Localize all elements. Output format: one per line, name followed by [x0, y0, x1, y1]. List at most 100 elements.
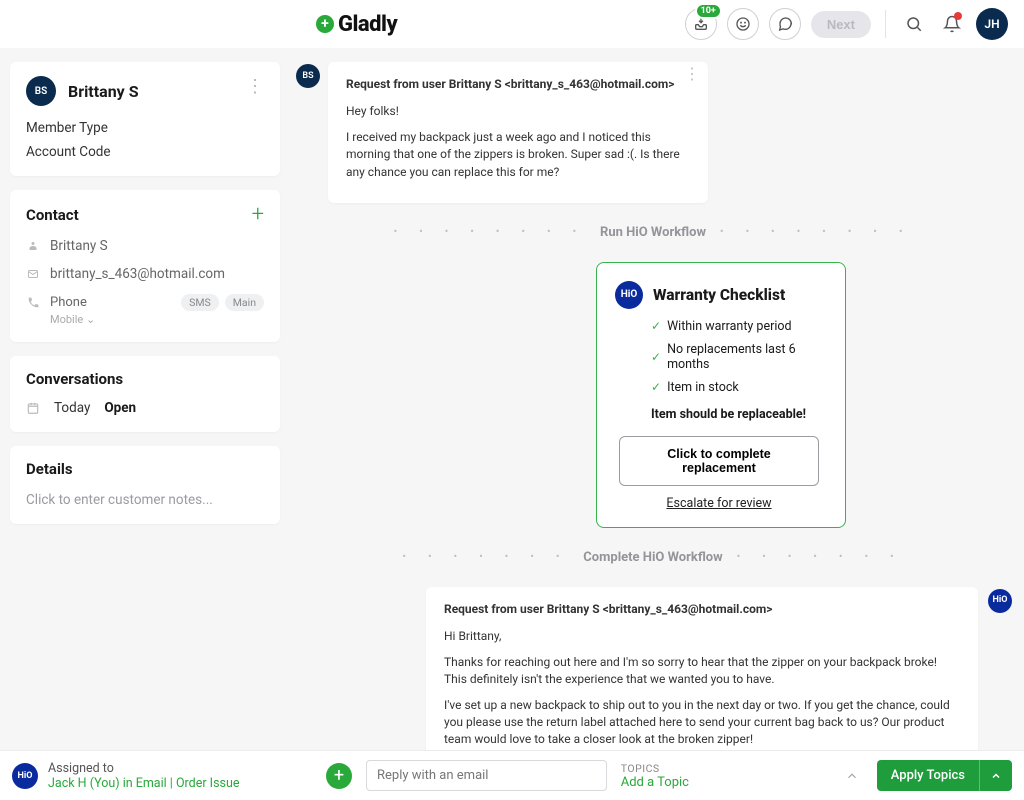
- reply-input[interactable]: Reply with an email: [366, 760, 607, 791]
- envelope-icon: [26, 268, 40, 280]
- collapse-footer-button[interactable]: [845, 769, 859, 783]
- message-subject: Request from user Brittany S <brittany_s…: [444, 601, 960, 618]
- check-icon: ✓: [651, 350, 661, 364]
- assigned-to-label: Assigned to: [48, 761, 240, 776]
- header-divider: [885, 10, 886, 38]
- conversations-card: Conversations Today Open: [10, 356, 280, 432]
- conversation-day: Today: [54, 400, 90, 416]
- topics-section: TOPICS Add a Topic: [621, 762, 831, 790]
- hio-avatar-icon: HiO: [988, 589, 1012, 613]
- assigned-to-value: Jack H (You) in Email | Order Issue: [48, 776, 240, 791]
- checklist-text: Item in stock: [667, 380, 739, 395]
- apply-topics-button[interactable]: Apply Topics: [877, 760, 1012, 791]
- customer-card: BS Brittany S ⋮ Member Type Account Code: [10, 62, 280, 176]
- workflow-separator-run: • • • • • • • • Run HiO Workflow • • • •…: [296, 225, 1010, 240]
- workflow-card: HiO Warranty Checklist ✓Within warranty …: [596, 262, 846, 528]
- app-body: BS Brittany S ⋮ Member Type Account Code…: [0, 48, 1024, 750]
- separator-dots-icon: • • • • • • • •: [394, 227, 586, 237]
- notifications-button[interactable]: [938, 10, 966, 38]
- header-actions: 10+ Next JH: [685, 8, 1008, 40]
- chevron-up-icon: [980, 762, 1012, 790]
- workflow-title: Warranty Checklist: [653, 286, 785, 304]
- contact-email-row: brittany_s_463@hotmail.com: [26, 266, 264, 282]
- add-topic-link[interactable]: Add a Topic: [621, 775, 831, 790]
- logo-text: Gladly: [338, 12, 397, 37]
- inbound-message: BS ⋮ Request from user Brittany S <britt…: [296, 62, 1010, 203]
- assignment-text: Assigned to Jack H (You) in Email | Orde…: [48, 761, 240, 791]
- checklist: ✓Within warranty period ✓No replacements…: [651, 319, 823, 395]
- inbox-badge: 10+: [695, 3, 722, 19]
- calendar-icon: [26, 401, 40, 415]
- search-button[interactable]: [900, 10, 928, 38]
- message-p2: I've set up a new backpack to ship out t…: [444, 697, 960, 749]
- contact-phone-label: Phone: [50, 295, 87, 310]
- sms-pill[interactable]: SMS: [181, 294, 219, 311]
- customer-header-left: BS Brittany S: [26, 76, 139, 106]
- customer-meta: Member Type Account Code: [26, 120, 264, 160]
- details-card: Details Click to enter customer notes...: [10, 446, 280, 524]
- checklist-text: No replacements last 6 months: [667, 342, 823, 372]
- inbox-button[interactable]: 10+: [685, 8, 717, 40]
- customer-notes-input[interactable]: Click to enter customer notes...: [26, 492, 264, 508]
- checklist-item: ✓ No replacements last 6 months: [651, 342, 823, 372]
- contact-card: Contact + Brittany S brittany_s_463@hotm…: [10, 190, 280, 342]
- inbound-message-card: ⋮ Request from user Brittany S <brittany…: [328, 62, 708, 203]
- separator-label: Run HiO Workflow: [600, 225, 706, 240]
- contact-phone-left: Phone: [26, 295, 87, 310]
- add-button[interactable]: +: [326, 763, 352, 789]
- complete-replacement-button[interactable]: Click to complete replacement: [619, 436, 819, 486]
- message-text: I received my backpack just a week ago a…: [346, 129, 690, 181]
- app-header: + Gladly 10+ Next JH: [0, 0, 1024, 48]
- hio-badge-icon: HiO: [615, 281, 643, 309]
- checklist-item: ✓Within warranty period: [651, 319, 823, 334]
- call-button[interactable]: [727, 8, 759, 40]
- compose-footer: HiO Assigned to Jack H (You) in Email | …: [0, 750, 1024, 800]
- phone-icon: [26, 296, 40, 309]
- escalate-link[interactable]: Escalate for review: [615, 496, 823, 511]
- customer-avatar: BS: [26, 76, 56, 106]
- conversation-row[interactable]: Today Open: [26, 400, 264, 416]
- customer-header: BS Brittany S ⋮: [26, 76, 264, 106]
- chevron-up-icon: [845, 769, 859, 783]
- separator-dots-icon: • • • • • • •: [737, 552, 904, 562]
- separator-dots-icon: • • • • • • •: [403, 552, 570, 562]
- notification-dot-icon: [954, 12, 962, 20]
- apply-topics-label: Apply Topics: [877, 760, 980, 791]
- check-icon: ✓: [651, 380, 661, 394]
- chat-button[interactable]: [769, 8, 801, 40]
- workflow-header: HiO Warranty Checklist: [615, 281, 823, 309]
- customer-name: Brittany S: [68, 82, 139, 101]
- contact-phone-row: Phone SMS Main: [26, 294, 264, 311]
- message-subject: Request from user Brittany S <brittany_s…: [346, 76, 690, 93]
- add-contact-button[interactable]: +: [252, 204, 264, 226]
- workflow-separator-complete: • • • • • • • Complete HiO Workflow • • …: [296, 550, 1010, 565]
- main-pill[interactable]: Main: [225, 294, 264, 311]
- contact-email-value: brittany_s_463@hotmail.com: [50, 266, 225, 282]
- chat-bubble-icon: [777, 16, 793, 32]
- message-more-menu[interactable]: ⋮: [684, 70, 700, 77]
- next-button[interactable]: Next: [811, 11, 871, 38]
- conversations-title: Conversations: [26, 370, 264, 388]
- message-body: Hi Brittany, Thanks for reaching out her…: [444, 628, 960, 750]
- conversation-thread: BS ⋮ Request from user Brittany S <britt…: [290, 48, 1024, 750]
- sidebar: BS Brittany S ⋮ Member Type Account Code…: [0, 48, 290, 750]
- separator-dots-icon: • • • • • • • •: [720, 227, 912, 237]
- contact-name-row: Brittany S: [26, 238, 264, 254]
- member-type-label: Member Type: [26, 120, 264, 136]
- outbound-message-card: ⋮ HiO Request from user Brittany S <brit…: [426, 587, 978, 750]
- contact-name-value: Brittany S: [50, 238, 108, 254]
- user-avatar[interactable]: JH: [976, 8, 1008, 40]
- customer-more-menu[interactable]: ⋮: [246, 83, 264, 99]
- message-p1: Thanks for reaching out here and I'm so …: [444, 654, 960, 689]
- hio-badge-icon: HiO: [12, 763, 38, 789]
- assigned-agent[interactable]: Jack H (You) in Email: [48, 776, 167, 791]
- workflow-conclusion: Item should be replaceable!: [651, 407, 823, 422]
- checklist-text: Within warranty period: [667, 319, 791, 334]
- assigned-topic[interactable]: Order Issue: [176, 776, 240, 791]
- person-icon: [26, 239, 40, 253]
- logo-plus-icon: +: [316, 15, 334, 33]
- outbound-message: ⋮ HiO Request from user Brittany S <brit…: [296, 587, 1010, 750]
- phone-smile-icon: [735, 16, 751, 32]
- message-body: Hey folks! I received my backpack just a…: [346, 103, 690, 181]
- phone-type-dropdown[interactable]: Mobile ⌄: [50, 313, 264, 326]
